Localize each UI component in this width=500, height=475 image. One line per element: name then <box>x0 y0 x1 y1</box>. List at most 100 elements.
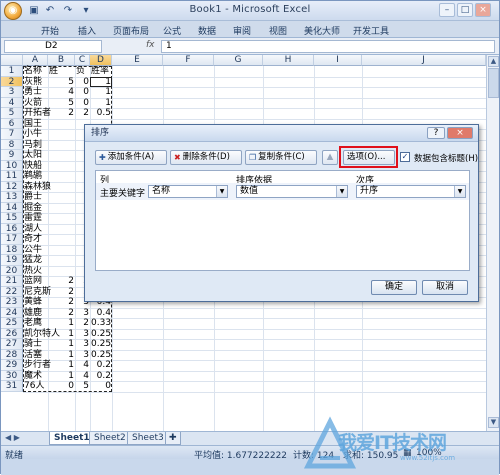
add-level-button[interactable]: ✚ 添加条件(A) <box>95 150 167 165</box>
cell-d5[interactable]: 0.5 <box>90 108 112 119</box>
tab-formulas[interactable]: 公式 <box>163 24 181 37</box>
has-header-checkbox[interactable]: ✓ <box>400 152 410 162</box>
cell-a18[interactable]: 公牛 <box>23 245 63 256</box>
cell-a22[interactable]: 尼克斯 <box>23 287 63 298</box>
column-header-e[interactable]: E <box>112 55 163 66</box>
cell-c2[interactable]: 0 <box>75 77 90 88</box>
cell-d27[interactable]: 0.25 <box>90 339 112 350</box>
row-header[interactable]: 30 <box>1 370 23 381</box>
function-icon[interactable]: fx <box>146 40 155 50</box>
cell-a3[interactable]: 勇士 <box>23 87 63 98</box>
cell-a29[interactable]: 步行者 <box>23 360 63 371</box>
chevron-down-icon[interactable]: ▼ <box>216 186 227 197</box>
cell-a20[interactable]: 热火 <box>23 266 63 277</box>
tab-beautify-master[interactable]: 美化大师 <box>304 24 340 37</box>
cell-a26[interactable]: 凯尔特人 <box>23 329 63 340</box>
cell-d2[interactable]: 1 <box>90 77 112 88</box>
row-header[interactable]: 27 <box>1 339 23 350</box>
dialog-close-button[interactable]: × <box>447 127 473 139</box>
cell-a27[interactable]: 骑士 <box>23 339 63 350</box>
tab-developer[interactable]: 开发工具 <box>353 24 389 37</box>
column-header-f[interactable]: F <box>163 55 214 66</box>
row-header[interactable]: 2 <box>1 76 23 87</box>
cell-a13[interactable]: 爵士 <box>23 192 63 203</box>
row-header[interactable]: 13 <box>1 192 23 203</box>
column-header-d[interactable]: D <box>90 55 112 66</box>
tab-review[interactable]: 审阅 <box>233 24 251 37</box>
tab-view[interactable]: 视图 <box>269 24 287 37</box>
row-header[interactable]: 9 <box>1 150 23 161</box>
row-header[interactable]: 14 <box>1 202 23 213</box>
name-box[interactable]: D2 <box>4 40 102 53</box>
row-header[interactable]: 24 <box>1 307 23 318</box>
tab-insert[interactable]: 插入 <box>78 24 96 37</box>
row-header[interactable]: 26 <box>1 328 23 339</box>
column-header-c[interactable]: C <box>75 55 90 66</box>
cell-d3[interactable]: 1 <box>90 87 112 98</box>
row-header[interactable]: 17 <box>1 234 23 245</box>
tab-data[interactable]: 数据 <box>198 24 216 37</box>
cell-d31[interactable]: 0 <box>90 381 112 392</box>
cell-a6[interactable]: 国王 <box>23 119 63 130</box>
cell-a24[interactable]: 雄鹿 <box>23 308 63 319</box>
close-window-button[interactable]: × <box>475 3 491 17</box>
zoom-level[interactable]: 100% <box>416 448 442 458</box>
cell-a1[interactable]: 名称 <box>23 66 63 77</box>
cell-c28[interactable]: 3 <box>75 350 90 361</box>
cell-c27[interactable]: 3 <box>75 339 90 350</box>
row-header[interactable]: 15 <box>1 213 23 224</box>
ok-button[interactable]: 确定 <box>371 280 417 295</box>
cell-d25[interactable]: 0.333 <box>90 318 112 329</box>
cell-c5[interactable]: 2 <box>75 108 90 119</box>
row-header[interactable]: 6 <box>1 118 23 129</box>
cell-a10[interactable]: 快船 <box>23 161 63 172</box>
row-header[interactable]: 11 <box>1 171 23 182</box>
scroll-up-icon[interactable]: ▲ <box>488 56 499 67</box>
cell-a9[interactable]: 太阳 <box>23 150 63 161</box>
cell-a11[interactable]: 鹈鹕 <box>23 171 63 182</box>
cell-c29[interactable]: 4 <box>75 360 90 371</box>
cell-c31[interactable]: 5 <box>75 381 90 392</box>
tab-nav-icon[interactable]: ◀ ▶ <box>5 433 20 442</box>
sheet-tab-3[interactable]: Sheet3 <box>127 432 169 445</box>
row-header[interactable]: 5 <box>1 108 23 119</box>
cell-d1[interactable]: 胜率 <box>90 66 112 77</box>
row-header[interactable]: 12 <box>1 181 23 192</box>
scroll-thumb[interactable] <box>488 68 499 98</box>
minimize-button[interactable]: – <box>439 3 455 17</box>
column-select[interactable]: 名称 ▼ <box>148 185 228 198</box>
cell-a21[interactable]: 篮网 <box>23 276 63 287</box>
order-select[interactable]: 升序 ▼ <box>356 185 466 198</box>
cell-d30[interactable]: 0.2 <box>90 371 112 382</box>
row-header[interactable]: 8 <box>1 139 23 150</box>
move-up-button[interactable]: ▲ <box>322 150 338 165</box>
column-header-b[interactable]: B <box>48 55 75 66</box>
cell-a15[interactable]: 雷霆 <box>23 213 63 224</box>
cell-a28[interactable]: 活塞 <box>23 350 63 361</box>
row-header[interactable]: 1 <box>1 66 23 77</box>
column-header-h[interactable]: H <box>263 55 314 66</box>
row-header[interactable]: 7 <box>1 129 23 140</box>
cell-c1[interactable]: 负 <box>75 66 90 77</box>
cell-a7[interactable]: 小牛 <box>23 129 63 140</box>
row-header[interactable]: 20 <box>1 265 23 276</box>
row-header[interactable]: 29 <box>1 360 23 371</box>
row-header[interactable]: 23 <box>1 297 23 308</box>
cell-c26[interactable]: 3 <box>75 329 90 340</box>
cell-d24[interactable]: 0.4 <box>90 308 112 319</box>
cell-c25[interactable]: 2 <box>75 318 90 329</box>
delete-level-button[interactable]: ✖ 删除条件(D) <box>170 150 242 165</box>
column-header-i[interactable]: I <box>314 55 362 66</box>
sheet-tab-2[interactable]: Sheet2 <box>89 432 131 445</box>
row-header[interactable]: 4 <box>1 97 23 108</box>
row-header[interactable]: 21 <box>1 276 23 287</box>
chevron-down-icon[interactable]: ▼ <box>336 186 347 197</box>
cell-a19[interactable]: 猛龙 <box>23 255 63 266</box>
cell-a8[interactable]: 马刺 <box>23 140 63 151</box>
cell-d26[interactable]: 0.25 <box>90 329 112 340</box>
row-header[interactable]: 25 <box>1 318 23 329</box>
row-header[interactable]: 10 <box>1 160 23 171</box>
maximize-button[interactable]: □ <box>457 3 473 17</box>
sheet-tab-1[interactable]: Sheet1 <box>49 432 95 445</box>
column-header-a[interactable]: A <box>23 55 48 66</box>
